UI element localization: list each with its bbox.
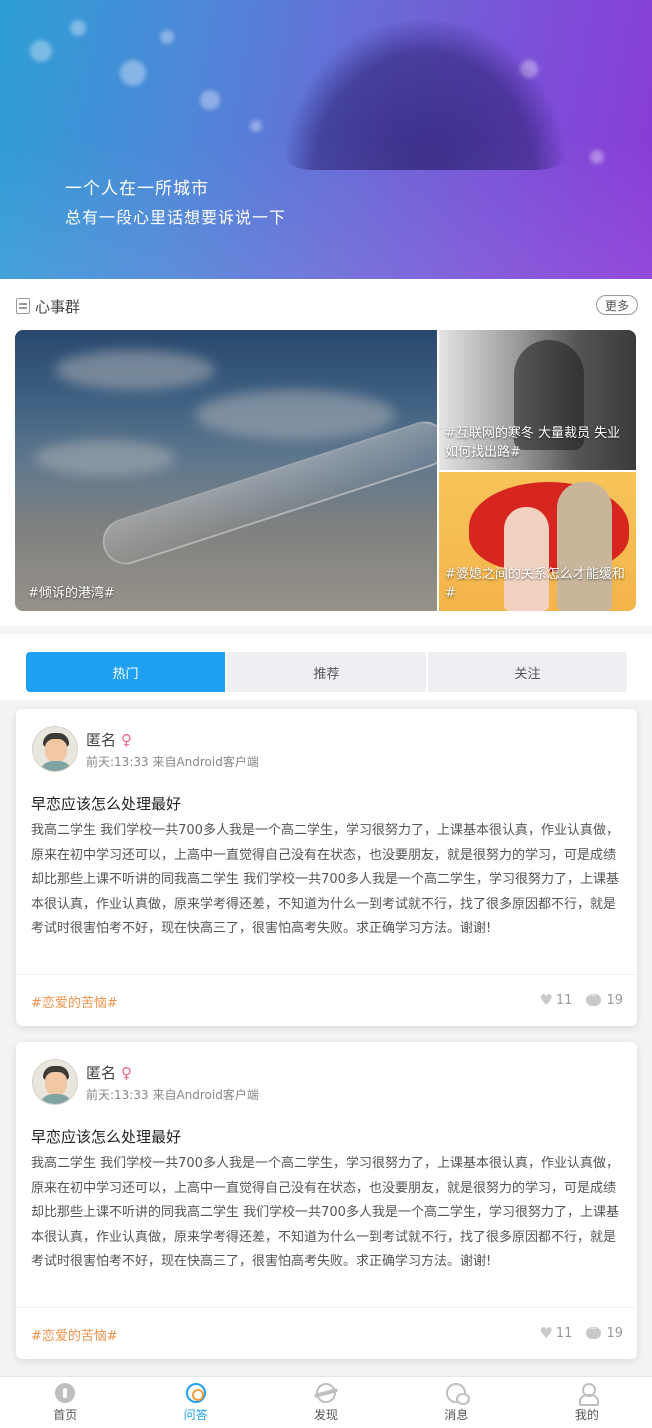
topic-tile-family[interactable]: #婆媳之间的关系怎么才能缓和# <box>439 472 636 611</box>
like-count: 11 <box>555 992 573 1008</box>
tile-caption: #婆媳之间的关系怎么才能缓和# <box>445 567 625 601</box>
comment-icon <box>586 989 602 1006</box>
like-count: 11 <box>555 1325 573 1341</box>
author-row: 匿名 ♀ <box>86 729 132 750</box>
message-icon <box>446 1383 471 1405</box>
post-title[interactable]: 早恋应该怎么处理最好 <box>31 1126 181 1147</box>
tab-hot[interactable]: 热门 <box>26 652 225 692</box>
topic-tile-harbor[interactable]: #倾诉的港湾# <box>15 330 437 611</box>
tile-shade <box>15 330 437 611</box>
post-meta: 前天:13:33 来自Android客户端 <box>86 1088 259 1102</box>
avatar-body <box>39 761 73 771</box>
nav-qa[interactable]: 问答 <box>130 1377 260 1428</box>
post-stats: ♥ 11 19 <box>525 989 623 1009</box>
tile-caption: #倾诉的港湾# <box>28 586 115 601</box>
feed-tabs: 热门 推荐 关注 <box>26 652 627 692</box>
avatar-face <box>45 1072 67 1096</box>
nav-label: 首页 <box>53 1408 78 1422</box>
comment-button[interactable]: 19 <box>586 989 623 1008</box>
tab-recommended[interactable]: 推荐 <box>225 652 426 692</box>
nav-messages[interactable]: 消息 <box>391 1377 521 1428</box>
comment-count: 19 <box>606 1325 623 1341</box>
bottom-navigation: 首页 问答 发现 消息 我的 <box>0 1376 652 1428</box>
nav-label: 问答 <box>183 1408 208 1422</box>
more-button[interactable]: 更多 <box>596 295 638 315</box>
tab-following[interactable]: 关注 <box>426 652 627 692</box>
qa-icon <box>185 1383 206 1403</box>
section-title: 心事群 <box>35 297 81 316</box>
like-button[interactable]: ♥ 11 <box>539 1324 572 1342</box>
topic-groups-section: 心事群 更多 #倾诉的港湾# #互联网的寒冬 大量裁员 失业如何找出路# #婆媳… <box>0 279 652 626</box>
post-stats: ♥ 11 19 <box>525 1322 623 1342</box>
post-body: 我高二学生 我们学校一共700多人我是一个高二学生，学习很努力了，上课基本很认真… <box>31 823 619 936</box>
post-card[interactable]: 匿名 ♀ 前天:13:33 来自Android客户端 早恋应该怎么处理最好 我高… <box>16 709 637 1026</box>
profile-icon <box>577 1383 599 1406</box>
avatar[interactable] <box>32 1059 78 1105</box>
avatar-body <box>39 1094 73 1104</box>
post-title[interactable]: 早恋应该怎么处理最好 <box>31 793 181 814</box>
heart-icon: ♥ <box>539 991 553 1009</box>
nav-label: 我的 <box>574 1408 599 1422</box>
section-header: 心事群 <box>16 295 80 317</box>
document-icon <box>16 298 30 314</box>
author-name[interactable]: 匿名 <box>86 729 116 750</box>
topic-tag[interactable]: #恋爱的苦恼# <box>31 1325 118 1344</box>
nav-profile[interactable]: 我的 <box>522 1377 652 1428</box>
female-icon: ♀ <box>121 1063 133 1082</box>
post-meta: 前天:13:33 来自Android客户端 <box>86 755 259 769</box>
topic-tile-layoffs[interactable]: #互联网的寒冬 大量裁员 失业如何找出路# <box>439 330 636 470</box>
avatar-face <box>45 739 67 763</box>
heart-icon: ♥ <box>539 1324 553 1342</box>
avatar[interactable] <box>32 726 78 772</box>
nav-label: 发现 <box>314 1408 339 1422</box>
nav-label: 消息 <box>444 1408 469 1422</box>
post-card[interactable]: 匿名 ♀ 前天:13:33 来自Android客户端 早恋应该怎么处理最好 我高… <box>16 1042 637 1359</box>
discover-icon <box>316 1383 337 1403</box>
author-row: 匿名 ♀ <box>86 1062 132 1083</box>
female-icon: ♀ <box>121 730 133 749</box>
divider <box>16 1307 637 1308</box>
divider <box>16 974 637 975</box>
banner-subheadline: 总有一段心里话想要诉说一下 <box>65 208 287 227</box>
like-button[interactable]: ♥ 11 <box>539 991 572 1009</box>
nav-home[interactable]: 首页 <box>0 1377 130 1428</box>
banner-overlay <box>0 0 652 279</box>
home-icon <box>55 1383 76 1403</box>
comment-count: 19 <box>606 992 623 1008</box>
nav-discover[interactable]: 发现 <box>261 1377 391 1428</box>
banner-headline: 一个人在一所城市 <box>65 179 209 199</box>
author-name[interactable]: 匿名 <box>86 1062 116 1083</box>
hero-banner[interactable]: 一个人在一所城市 总有一段心里话想要诉说一下 <box>0 0 652 279</box>
topic-tag[interactable]: #恋爱的苦恼# <box>31 992 118 1011</box>
feed-tabs-bar: 热门 推荐 关注 <box>0 634 652 700</box>
comment-icon <box>586 1322 602 1339</box>
tile-caption: #互联网的寒冬 大量裁员 失业如何找出路# <box>445 426 621 460</box>
comment-button[interactable]: 19 <box>586 1322 623 1341</box>
post-body: 我高二学生 我们学校一共700多人我是一个高二学生，学习很努力了，上课基本很认真… <box>31 1156 619 1269</box>
app-page: 一个人在一所城市 总有一段心里话想要诉说一下 心事群 更多 #倾诉的港湾# #互… <box>0 0 652 1428</box>
topic-grid: #倾诉的港湾# #互联网的寒冬 大量裁员 失业如何找出路# #婆媳之间的关系怎么… <box>15 330 636 611</box>
